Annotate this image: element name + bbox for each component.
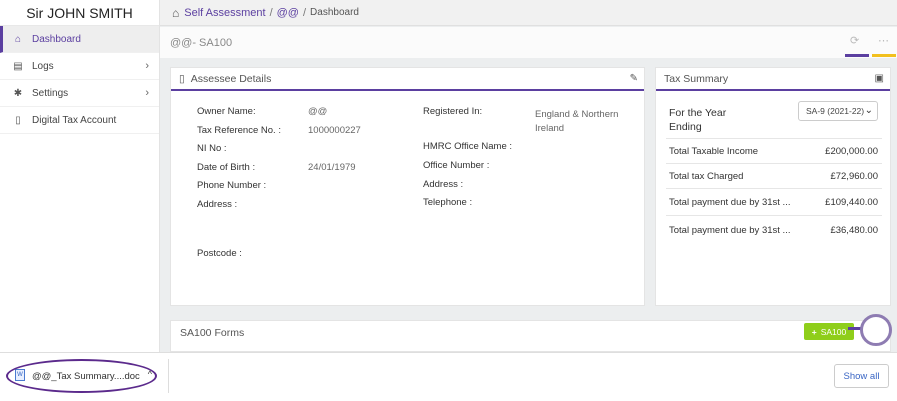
date-of-birth-label: Date of Birth :: [197, 162, 256, 173]
summary-row-value: £72,960.00: [830, 171, 878, 182]
download-bar: W @@_Tax Summary....doc ^ Show all: [0, 352, 897, 401]
home-icon: ⌂: [14, 33, 22, 45]
phone-number-label: Phone Number :: [197, 180, 267, 191]
summary-row-label: Total payment due by 31st ...: [669, 225, 791, 236]
add-sa100-button[interactable]: + SA100: [804, 323, 854, 340]
office-address-label: Address :: [423, 179, 464, 190]
add-sa100-label: SA100: [820, 326, 847, 337]
date-of-birth-value: 24/01/1979: [308, 162, 356, 173]
summary-row: Total tax Charged £72,960.00: [666, 163, 882, 188]
gear-icon: ✱: [13, 87, 23, 99]
user-name: Sir JOHN SMITH: [0, 0, 159, 26]
tax-summary-header: Tax Summary ▣: [656, 68, 890, 91]
tax-reference-value: 1000000227: [308, 125, 361, 136]
sa100-forms-title: SA100 Forms: [180, 327, 245, 339]
document-icon: ▯: [15, 114, 21, 126]
summary-row-value: £36,480.00: [830, 225, 878, 236]
breadcrumb-dashboard: Dashboard: [310, 7, 359, 18]
tax-year-select[interactable]: SA-9 (2021-22) ⌄: [798, 101, 878, 121]
year-ending-label-line1: For the Year: [669, 107, 727, 119]
sidebar-item-dashboard[interactable]: ⌂ Dashboard: [0, 26, 159, 53]
sa100-forms-card: SA100 Forms + SA100: [170, 320, 891, 352]
chevron-right-icon: ›: [145, 87, 149, 99]
registered-in-value-line2: Ireland: [535, 123, 565, 134]
summary-row-value: £200,000.00: [825, 146, 878, 157]
ni-number-label: NI No :: [197, 143, 227, 154]
more-icon[interactable]: ⋯: [878, 34, 889, 47]
year-ending-label-line2: Ending: [669, 121, 702, 133]
document-icon[interactable]: ▣: [875, 73, 884, 84]
summary-row: Total payment due by 31st ... £109,440.0…: [666, 188, 882, 215]
assessee-details-title: Assessee Details: [190, 72, 272, 85]
year-ending-label: For the Year Ending: [669, 106, 749, 134]
summary-row: Total Taxable Income £200,000.00: [666, 138, 882, 163]
page-title-bar: @@- SA100 ⟳ ⋯: [160, 27, 897, 58]
refresh-icon[interactable]: ⟳: [850, 34, 859, 47]
plus-icon: +: [811, 326, 817, 337]
address-label: Address :: [197, 199, 238, 210]
registered-in-value-line1: England & Northern: [535, 109, 619, 120]
summary-row: Total payment due by 31st ... £36,480.00: [666, 215, 882, 243]
breadcrumb-self-assessment[interactable]: Self Assessment: [184, 7, 265, 19]
tax-summary-title: Tax Summary: [664, 72, 729, 85]
highlight-oval: [6, 359, 157, 393]
postcode-label: Postcode :: [197, 248, 242, 259]
file-icon: ▤: [13, 60, 23, 72]
show-all-button[interactable]: Show all: [834, 364, 889, 388]
tax-summary-card: Tax Summary ▣ For the Year Ending SA-9 (…: [655, 67, 891, 306]
tax-reference-label: Tax Reference No. :: [197, 125, 281, 136]
sidebar-item-label: Digital Tax Account: [32, 114, 117, 126]
page-title: @@- SA100: [170, 36, 233, 49]
office-number-label: Office Number :: [423, 160, 490, 171]
summary-row-label: Total tax Charged: [669, 171, 744, 182]
summary-row-label: Total payment due by 31st ...: [669, 197, 791, 208]
more-underline: [872, 54, 896, 57]
tablet-icon: ▯: [179, 72, 185, 85]
owner-name-value: @@: [308, 106, 328, 117]
telephone-label: Telephone :: [423, 197, 473, 208]
assessee-details-card: ▯ Assessee Details ✎ Owner Name: @@ Tax …: [170, 67, 645, 306]
sidebar-item-label: Logs: [32, 60, 54, 72]
sidebar-item-label: Settings: [32, 87, 69, 99]
owner-name-label: Owner Name:: [197, 106, 256, 117]
chevron-right-icon: ›: [145, 60, 149, 72]
summary-row-value: £109,440.00: [825, 197, 878, 208]
breadcrumb-separator: /: [269, 6, 273, 19]
hmrc-office-name-label: HMRC Office Name :: [423, 141, 513, 152]
breadcrumb-separator: /: [302, 6, 307, 19]
refresh-underline: [845, 54, 869, 57]
home-icon[interactable]: ⌂: [172, 6, 179, 20]
chevron-down-icon: ⌄: [864, 105, 873, 116]
sidebar-item-settings[interactable]: ✱ Settings ›: [0, 80, 159, 107]
download-bar-divider: [168, 359, 169, 393]
tax-year-selected: SA-9 (2021-22): [806, 106, 865, 116]
registered-in-label: Registered In:: [423, 106, 483, 117]
loading-spinner-icon: [860, 314, 892, 346]
sidebar-item-label: Dashboard: [32, 33, 81, 45]
breadcrumb: ⌂ Self Assessment / @@ / Dashboard: [160, 0, 897, 26]
summary-row-label: Total Taxable Income: [669, 146, 759, 157]
sidebar: Sir JOHN SMITH ⌂ Dashboard ▤ Logs › ✱ Se…: [0, 0, 160, 352]
main-content: ⌂ Self Assessment / @@ / Dashboard @@- S…: [160, 0, 897, 352]
sidebar-item-digital-tax-account[interactable]: ▯ Digital Tax Account: [0, 107, 159, 134]
assessee-details-header: ▯ Assessee Details ✎: [171, 68, 644, 91]
sidebar-item-logs[interactable]: ▤ Logs ›: [0, 53, 159, 80]
breadcrumb-client[interactable]: @@: [277, 7, 299, 19]
edit-icon[interactable]: ✎: [630, 73, 638, 84]
